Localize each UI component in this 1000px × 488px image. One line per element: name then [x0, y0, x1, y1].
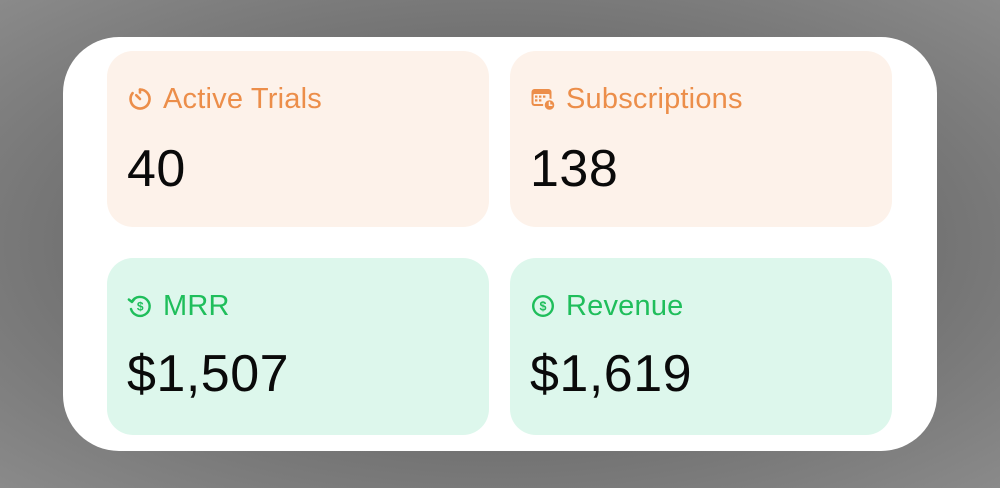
mrr-label: MRR — [163, 290, 230, 322]
mrr-value: $1,507 — [127, 345, 290, 403]
revenue-tile[interactable]: $ Revenue $1,619 — [510, 258, 892, 435]
mrr-header: $ MRR — [127, 288, 230, 324]
active-trials-value: 40 — [127, 140, 186, 198]
dollar-circle-icon: $ — [530, 293, 556, 319]
svg-text:$: $ — [540, 300, 547, 314]
recurring-dollar-icon: $ — [127, 293, 153, 319]
mrr-tile[interactable]: $ MRR $1,507 — [107, 258, 489, 435]
active-trials-tile[interactable]: Active Trials 40 — [107, 51, 489, 227]
revenue-value: $1,619 — [530, 345, 693, 403]
subscriptions-header: Subscriptions — [530, 81, 743, 117]
active-trials-header: Active Trials — [127, 81, 322, 117]
active-trials-label: Active Trials — [163, 83, 322, 115]
revenue-header: $ Revenue — [530, 288, 684, 324]
stats-widget[interactable]: Active Trials 40 Subscriptions 138 $ MRR… — [63, 37, 937, 451]
subscriptions-label: Subscriptions — [566, 83, 743, 115]
svg-text:$: $ — [137, 300, 144, 314]
subscriptions-value: 138 — [530, 140, 619, 198]
subscriptions-tile[interactable]: Subscriptions 138 — [510, 51, 892, 227]
revenue-label: Revenue — [566, 290, 684, 322]
timer-icon — [127, 86, 153, 112]
calendar-clock-icon — [530, 86, 556, 112]
